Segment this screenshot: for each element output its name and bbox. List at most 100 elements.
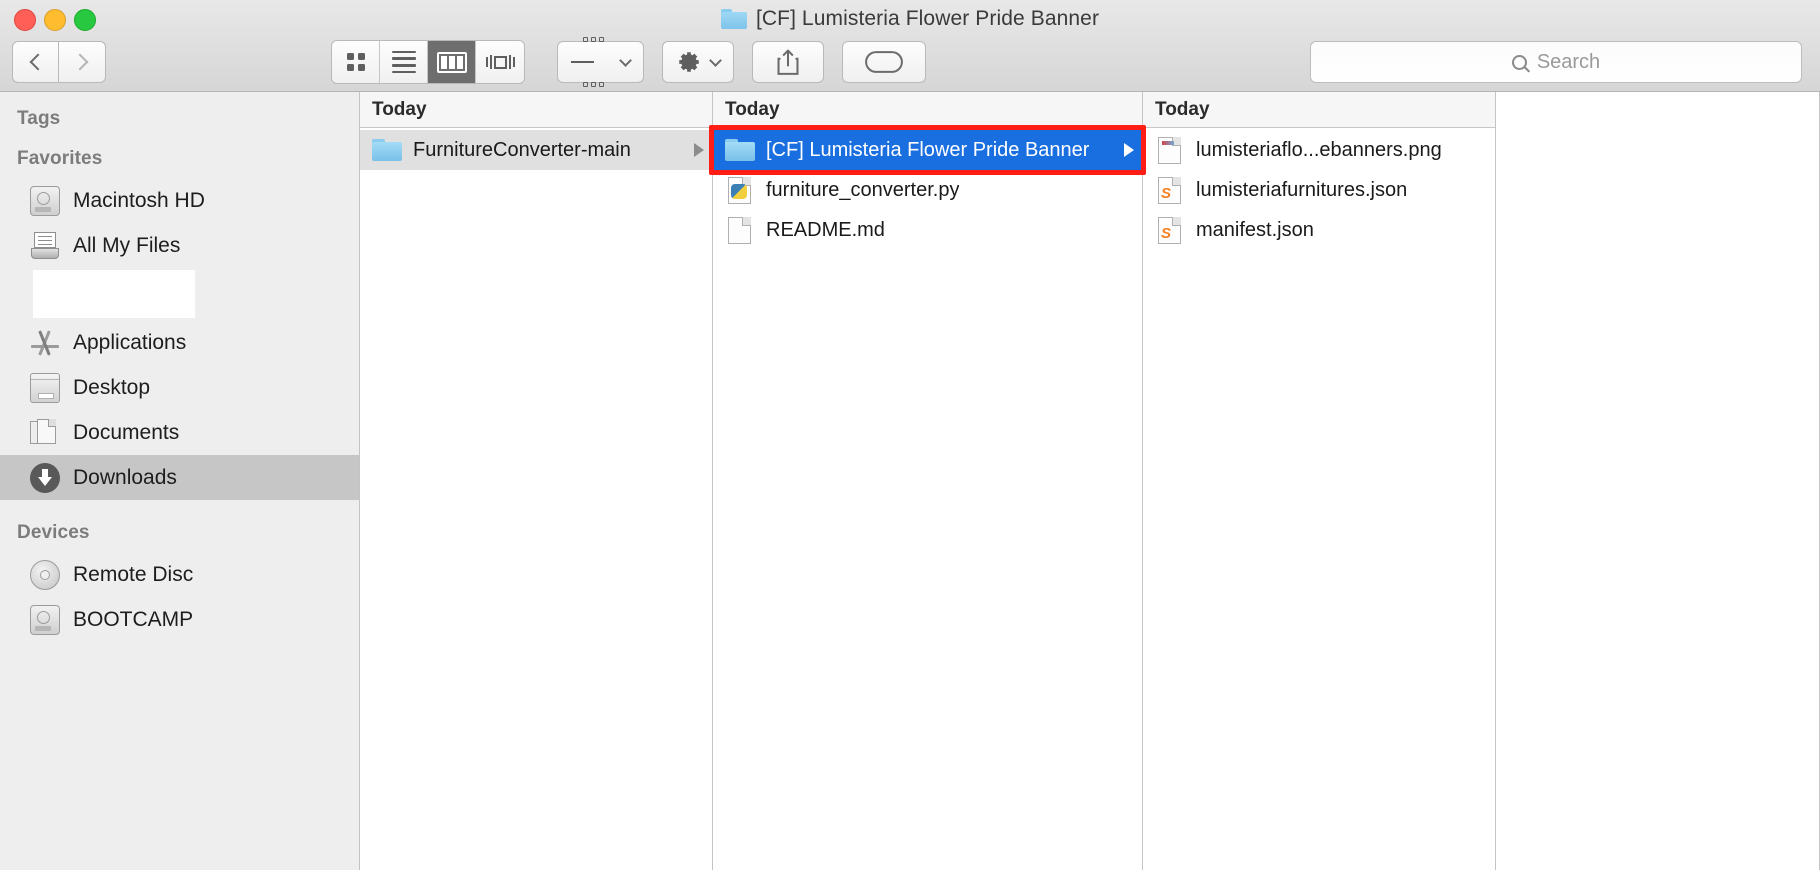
list-icon [391,50,416,74]
window-title: [CF] Lumisteria Flower Pride Banner [0,4,1820,34]
sidebar-item-label: Downloads [73,465,177,489]
action-group [662,41,734,83]
list-item[interactable]: S manifest.json [1143,210,1495,250]
sidebar-item-label: Applications [73,330,187,354]
column-items: [CF] Lumisteria Flower Pride Banner furn… [709,125,1146,870]
folder-icon [720,9,747,29]
sidebar-item-remote-disc[interactable]: Remote Disc [0,552,359,597]
column-2: Today [CF] Lumisteria Flower Pride Banne… [709,92,1146,870]
applications-icon [30,328,60,358]
sidebar: Tags Favorites Macintosh HD All My Files… [0,92,360,870]
columns-icon [436,51,467,73]
search-input[interactable]: Search [1310,41,1802,83]
arrange-icon [571,19,612,105]
icon-view-button[interactable] [332,41,380,83]
tags-group [842,41,926,83]
desktop-icon [30,372,60,403]
column-3: Today lumisteriaflo...ebanners.png S lum… [1143,92,1496,870]
share-button[interactable] [752,41,824,83]
item-name: furniture_converter.py [766,178,960,201]
search-placeholder: Search [1536,50,1601,73]
document-file-icon [725,217,755,244]
column-browser: Today FurnitureConverter-main Today [CF]… [360,92,1820,870]
column-items: FurnitureConverter-main [360,128,712,870]
sidebar-item-label: Documents [73,420,180,444]
share-group [752,41,824,83]
downloads-icon [30,462,60,493]
sidebar-item-label: BOOTCAMP [73,607,194,631]
edit-tags-button[interactable] [842,41,926,83]
sidebar-item-label: Macintosh HD [73,188,205,212]
finder-window: [CF] Lumisteria Flower Pride Banner Sear… [0,0,1820,870]
item-name: lumisteriafurnitures.json [1196,178,1408,201]
python-file-icon [725,177,755,204]
disclosure-arrow-icon [1124,143,1134,157]
sidebar-item-applications[interactable]: Applications [0,320,359,365]
arrange-group [557,36,644,88]
column-header: Today [360,92,712,128]
list-item[interactable]: S lumisteriafurnitures.json [1143,170,1495,210]
sidebar-item-desktop[interactable]: Desktop [0,365,359,410]
title-bar: [CF] Lumisteria Flower Pride Banner Sear… [0,0,1820,92]
sidebar-blank-item[interactable] [33,270,195,318]
sidebar-item-bootcamp[interactable]: BOOTCAMP [0,597,359,642]
search-container: Search [1310,41,1802,83]
sidebar-item-label: Desktop [73,375,151,399]
folder-icon [725,137,755,163]
column-4-empty[interactable] [1496,92,1820,870]
window-title-text: [CF] Lumisteria Flower Pride Banner [755,7,1100,30]
list-item[interactable]: README.md [713,210,1142,250]
sublime-file-icon: S [1155,217,1185,244]
sidebar-item-all-my-files[interactable]: All My Files [0,223,359,268]
sidebar-item-label: Remote Disc [73,562,194,586]
chevron-down-icon [709,53,722,67]
list-item[interactable]: lumisteriaflo...ebanners.png [1143,130,1495,170]
sidebar-heading-devices: Devices [17,522,90,543]
chevron-down-icon [619,53,632,67]
grid-icon [346,53,365,71]
folder-icon [372,137,402,163]
sidebar-heading-tags: Tags [17,108,61,129]
sidebar-heading-favorites: Favorites [17,148,103,169]
list-item[interactable]: FurnitureConverter-main [360,130,712,170]
sidebar-item-documents[interactable]: Documents [0,410,359,455]
column-1: Today FurnitureConverter-main [360,92,713,870]
navigation-buttons [12,41,106,83]
coverflow-view-button[interactable] [476,41,524,83]
forward-button[interactable] [59,41,106,83]
image-file-icon [1155,137,1185,164]
toolbar: Search [0,36,1820,88]
tag-icon [865,51,903,73]
gear-icon [679,52,699,72]
item-name: lumisteriaflo...ebanners.png [1196,138,1442,161]
action-button[interactable] [662,41,734,83]
hard-drive-icon [30,185,60,216]
sidebar-item-macintosh-hd[interactable]: Macintosh HD [0,178,359,223]
arrange-button[interactable] [557,36,644,88]
item-name: FurnitureConverter-main [413,138,631,161]
all-my-files-icon [30,231,60,261]
column-items: lumisteriaflo...ebanners.png S lumisteri… [1143,128,1495,870]
chevron-right-icon [71,53,89,71]
column-header: Today [1143,92,1495,128]
item-name: [CF] Lumisteria Flower Pride Banner [766,138,1090,161]
disclosure-arrow-icon [694,143,704,157]
item-name: README.md [766,218,885,241]
list-view-button[interactable] [380,41,428,83]
sidebar-item-label: All My Files [73,233,181,257]
chevron-left-icon [29,53,46,71]
item-name: manifest.json [1196,218,1314,241]
sublime-file-icon: S [1155,177,1185,204]
window-body: Tags Favorites Macintosh HD All My Files… [0,92,1820,870]
column-header: Today [713,92,1142,128]
hard-drive-icon [30,604,60,635]
list-item[interactable]: furniture_converter.py [713,170,1142,210]
list-item-selected[interactable]: [CF] Lumisteria Flower Pride Banner [709,125,1146,175]
sidebar-item-downloads[interactable]: Downloads [0,455,359,500]
share-icon [777,49,799,75]
back-button[interactable] [12,41,59,83]
optical-disc-icon [30,559,60,590]
search-icon [1511,54,1527,70]
view-mode-group [331,40,525,84]
column-view-button[interactable] [428,41,476,83]
